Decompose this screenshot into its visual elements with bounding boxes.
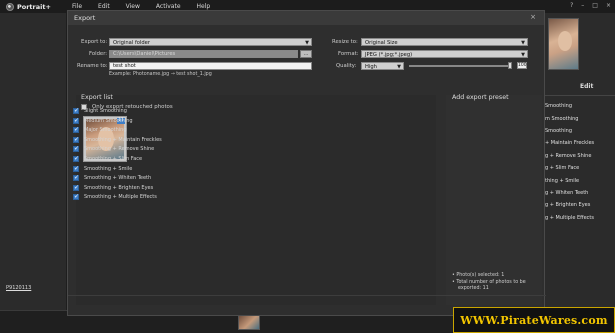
preset-item[interactable]: Smoothing + Smile [73,165,133,172]
menu-view[interactable]: View [118,3,148,10]
preset-checkbox[interactable] [73,174,79,182]
quality-select[interactable]: High ▼ [361,62,404,70]
right-preset-item[interactable]: g + Whiten Teeth [545,187,615,199]
rename-label: Rename to: [77,63,108,69]
export-dialog: Export × Export to: Original folder ▼ Fol… [67,10,546,316]
export-to-label: Export to: [81,39,108,45]
export-to-select[interactable]: Original folder ▼ [109,38,312,46]
preset-item[interactable]: Smoothing + Maintain Freckles [73,136,162,143]
preview-face [558,31,572,51]
chevron-down-icon: ▼ [521,40,525,46]
format-select[interactable]: JPEG (*.jpg;*.jpeg) ▼ [361,50,528,58]
right-preset-item[interactable]: thing + Smile [545,174,615,186]
app-name: Portrait+ [17,2,51,11]
presets-title: Add export preset [452,94,509,101]
preset-checkbox[interactable] [73,126,79,134]
preset-label: Major Smoothing [84,127,127,134]
window-controls: ? – □ × [570,2,611,9]
export-list-title: Export list [81,94,113,101]
browse-button[interactable]: ... [300,50,312,58]
preset-label: Smoothing + Remove Shine [84,146,155,153]
preset-checkbox[interactable] [73,193,79,201]
summary-total-line2: exported: 11 [458,286,489,291]
chevron-down-icon: ▼ [397,64,401,70]
preset-label: Smoothing + Maintain Freckles [84,136,162,143]
right-preset-item[interactable]: g + Brighten Eyes [545,199,615,211]
left-panel [0,13,67,313]
preset-item[interactable]: Smoothing + Multiple Effects [73,193,157,201]
edit-tab[interactable]: Edit [580,83,593,90]
right-preset-item[interactable]: g + Multiple Effects [545,212,615,224]
preset-item[interactable]: Slight Smoothing [73,107,127,114]
right-preset-item[interactable]: + Maintain Freckles [545,137,615,149]
summary-selected: • Photo(s) selected: 1 [452,273,505,278]
preset-checkbox[interactable] [73,165,79,172]
preset-label: Smoothing + Slim Face [84,156,143,162]
dialog-close-icon[interactable]: × [530,13,536,21]
quality-value[interactable]: 100 [517,62,527,69]
preset-item[interactable]: Smoothing + Brighten Eyes [73,184,154,191]
preset-checkbox[interactable] [73,117,79,124]
menu-help[interactable]: Help [189,3,219,10]
right-preset-item[interactable]: Smoothing [545,125,615,137]
folder-label: Folder: [89,51,108,57]
menu-file[interactable]: File [64,3,90,10]
preset-label: Medium Smoothing [84,117,133,124]
maximize-icon[interactable]: □ [592,2,598,9]
preset-item[interactable]: Smoothing + Whiten Teeth [73,174,152,182]
preset-item[interactable]: Smoothing + Remove Shine [73,145,155,153]
preset-checkbox[interactable] [73,136,79,143]
right-panel-divider [545,95,615,96]
app-logo: Portrait+ [0,2,64,11]
menu-activate[interactable]: Activate [148,3,189,10]
filmstrip-thumbnail[interactable] [238,314,260,330]
format-label: Format: [338,51,359,57]
resize-select[interactable]: Original Size ▼ [361,38,528,46]
folder-field[interactable]: C:\Users\Daniel\Pictures [109,50,298,58]
right-preset-item[interactable]: m Smoothing [545,112,615,124]
dialog-footer-divider [68,295,546,296]
preset-label: Slight Smoothing [84,108,127,114]
rename-field[interactable]: test shot [109,62,312,70]
quality-slider-handle[interactable] [508,62,512,69]
right-preset-list: Smoothing m Smoothing Smoothing + Mainta… [545,100,615,224]
dialog-title: Export [74,14,96,22]
preview-photo [548,18,579,70]
photo-id-link[interactable]: P9120113 [6,285,31,291]
minimize-icon[interactable]: – [581,2,584,9]
help-icon[interactable]: ? [570,2,573,9]
menu-edit[interactable]: Edit [90,3,118,10]
preset-item[interactable]: Major Smoothing [73,126,127,134]
chevron-down-icon: ▼ [521,52,525,58]
chevron-down-icon: ▼ [305,40,309,46]
resize-label: Resize to: [332,39,358,45]
preset-checkbox[interactable] [73,155,79,162]
preset-label: Smoothing + Whiten Teeth [84,175,152,182]
preset-checkbox[interactable] [73,145,79,153]
app-window: Portrait+ File Edit View Activate Help ?… [0,0,615,333]
preset-checkbox[interactable] [73,107,79,114]
preset-label: Smoothing + Smile [84,165,133,172]
quality-label: Quality: [336,63,357,69]
watermark-banner: WWW.PirateWares.com [453,307,615,333]
right-preset-item[interactable]: g + Remove Shine [545,150,615,162]
preset-item[interactable]: Medium Smoothing [73,117,133,124]
rename-example: Example: Photoname.jpg → test shot_1.jpg [109,72,212,77]
preset-label: Smoothing + Multiple Effects [84,194,157,201]
right-preset-item[interactable]: Smoothing [545,100,615,112]
preset-item[interactable]: Smoothing + Slim Face [73,155,143,162]
preset-label: Smoothing + Brighten Eyes [84,184,154,191]
app-logo-icon [6,2,14,11]
preset-checkbox[interactable] [73,184,79,191]
quality-slider[interactable] [409,65,511,67]
right-preset-item[interactable]: g + Slim Face [545,162,615,174]
close-icon[interactable]: × [606,2,611,9]
dialog-titlebar: Export × [68,11,544,25]
